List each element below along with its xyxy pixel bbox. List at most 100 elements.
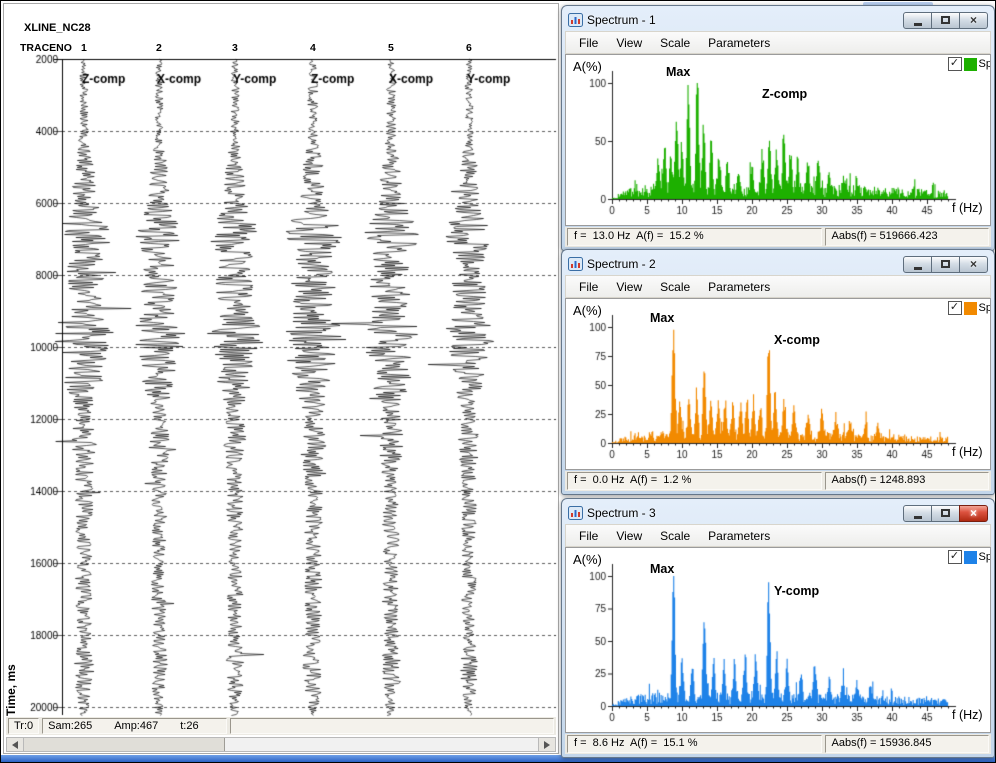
close-button[interactable]: × <box>959 256 988 273</box>
series-label: Sp <box>979 302 991 314</box>
maximize-button[interactable] <box>931 256 960 273</box>
max-annotation: Max <box>650 311 674 325</box>
x-axis-label: f (Hz) <box>952 445 983 459</box>
status-sample-readout: Sam:265 Amp:467 t:26 <box>42 718 226 734</box>
series-checkbox[interactable]: ✓ <box>948 301 962 315</box>
maximize-icon <box>941 16 950 24</box>
spectrum-window-3: Spectrum - 3 × File View Scale Parameter… <box>561 498 995 758</box>
menu-bar: File View Scale Parameters <box>565 275 991 298</box>
minimize-icon <box>914 267 922 270</box>
menu-view[interactable]: View <box>607 278 651 296</box>
spectrum-window-icon <box>568 257 583 271</box>
max-annotation: Max <box>650 562 674 576</box>
spectrum-window-2: Spectrum - 2 × File View Scale Parameter… <box>561 249 995 495</box>
spectrum-window-icon <box>568 506 583 520</box>
cursor-readout: f = 8.6 Hz A(f) = 15.1 % <box>567 735 822 753</box>
seismic-line-title: XLINE_NC28 <box>24 22 91 34</box>
minimize-icon <box>914 516 922 519</box>
menu-scale[interactable]: Scale <box>651 278 699 296</box>
window-title: Spectrum - 3 <box>587 506 656 520</box>
component-annotation: Y-comp <box>774 584 819 598</box>
minimize-button[interactable] <box>903 256 932 273</box>
seismic-status-bar: Tr:0 Sam:265 Amp:467 t:26 <box>6 717 556 735</box>
window-title: Spectrum - 2 <box>587 257 656 271</box>
aabs-readout: Aabs(f) = 519666.423 <box>825 228 989 246</box>
plot-area: A(%) f (Hz) Max X-comp ✓ Sp <box>565 298 991 470</box>
plot-area: A(%) f (Hz) Max Z-comp ✓ Sp <box>565 54 991 226</box>
spectrum-window-icon <box>568 13 583 27</box>
max-annotation: Max <box>666 65 690 79</box>
y-axis-label: A(%) <box>573 552 602 567</box>
spectrum-window-1: Spectrum - 1 × File View Scale Parameter… <box>561 5 995 251</box>
window-controls: × <box>904 12 988 29</box>
window-controls: × <box>904 256 988 273</box>
scroll-right-button[interactable] <box>538 738 555 751</box>
menu-parameters[interactable]: Parameters <box>699 527 779 545</box>
maximize-button[interactable] <box>931 12 960 29</box>
cursor-readout: f = 0.0 Hz A(f) = 1.2 % <box>567 472 822 490</box>
menu-file[interactable]: File <box>570 527 607 545</box>
y-axis-label: A(%) <box>573 59 602 74</box>
titlebar[interactable]: Spectrum - 3 × <box>565 502 991 524</box>
x-axis-label: f (Hz) <box>952 201 983 215</box>
menu-bar: File View Scale Parameters <box>565 524 991 547</box>
horizontal-scrollbar[interactable] <box>6 737 556 752</box>
menu-scale[interactable]: Scale <box>651 34 699 52</box>
aabs-readout: Aabs(f) = 15936.845 <box>825 735 989 753</box>
scroll-left-icon <box>12 741 18 749</box>
spectrum-plot-canvas[interactable] <box>566 299 990 469</box>
seismic-window: XLINE_NC28 TRACENO 123456 Time, ms Tr:0 … <box>3 3 559 754</box>
menu-file[interactable]: File <box>570 34 607 52</box>
close-button[interactable]: × <box>959 505 988 522</box>
scroll-left-button[interactable] <box>7 738 24 751</box>
series-color-swatch <box>964 58 977 71</box>
scroll-right-icon <box>544 741 550 749</box>
y-axis-label: A(%) <box>573 303 602 318</box>
spectrum-plot-canvas[interactable] <box>566 548 990 732</box>
menu-bar: File View Scale Parameters <box>565 31 991 54</box>
status-amp: Amp:467 <box>114 720 158 732</box>
titlebar[interactable]: Spectrum - 2 × <box>565 253 991 275</box>
spectrum-plot-canvas[interactable] <box>566 55 990 225</box>
close-button[interactable]: × <box>959 12 988 29</box>
series-checkbox[interactable]: ✓ <box>948 57 962 71</box>
minimize-button[interactable] <box>903 12 932 29</box>
aabs-readout: Aabs(f) = 1248.893 <box>825 472 989 490</box>
status-time: t:26 <box>180 720 198 732</box>
menu-parameters[interactable]: Parameters <box>699 34 779 52</box>
status-bar: f = 8.6 Hz A(f) = 15.1 % Aabs(f) = 15936… <box>565 734 991 754</box>
maximize-icon <box>941 509 950 517</box>
series-checkbox[interactable]: ✓ <box>948 550 962 564</box>
series-legend: ✓ Sp <box>948 550 991 564</box>
series-label: Sp <box>979 58 991 70</box>
menu-scale[interactable]: Scale <box>651 527 699 545</box>
status-spacer <box>230 718 554 734</box>
series-color-swatch <box>964 302 977 315</box>
maximize-button[interactable] <box>931 505 960 522</box>
menu-view[interactable]: View <box>607 34 651 52</box>
scroll-thumb[interactable] <box>24 738 225 751</box>
status-bar: f = 0.0 Hz A(f) = 1.2 % Aabs(f) = 1248.8… <box>565 471 991 491</box>
titlebar[interactable]: Spectrum - 1 × <box>565 9 991 31</box>
minimize-button[interactable] <box>903 505 932 522</box>
cursor-readout: f = 13.0 Hz A(f) = 15.2 % <box>567 228 822 246</box>
desktop: XLINE_NC28 TRACENO 123456 Time, ms Tr:0 … <box>0 0 996 763</box>
series-label: Sp <box>979 551 991 563</box>
series-legend: ✓ Sp <box>948 57 991 71</box>
component-annotation: X-comp <box>774 333 820 347</box>
window-controls: × <box>904 505 988 522</box>
x-axis-label: f (Hz) <box>952 708 983 722</box>
window-title: Spectrum - 1 <box>587 13 656 27</box>
minimize-icon <box>914 23 922 26</box>
menu-parameters[interactable]: Parameters <box>699 278 779 296</box>
status-sam: Sam:265 <box>48 720 92 732</box>
series-legend: ✓ Sp <box>948 301 991 315</box>
status-trace-readout: Tr:0 <box>8 718 39 734</box>
time-axis-label: Time, ms <box>4 664 18 716</box>
seismic-traces-canvas[interactable] <box>18 50 560 726</box>
menu-view[interactable]: View <box>607 527 651 545</box>
menu-file[interactable]: File <box>570 278 607 296</box>
maximize-icon <box>941 260 950 268</box>
series-color-swatch <box>964 551 977 564</box>
status-bar: f = 13.0 Hz A(f) = 15.2 % Aabs(f) = 5196… <box>565 227 991 247</box>
